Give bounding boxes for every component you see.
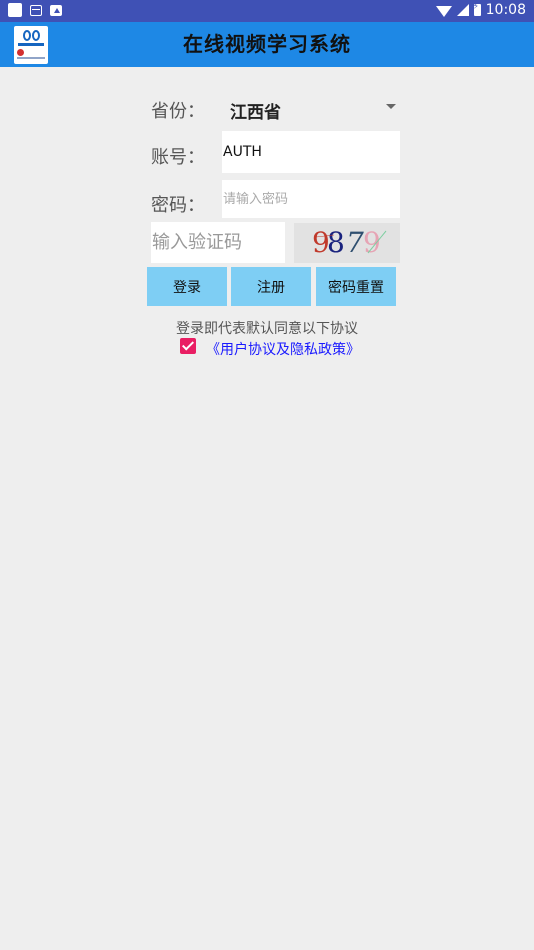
app-title: 在线视频学习系统	[183, 32, 351, 56]
storage-icon	[30, 4, 42, 16]
password-input[interactable]	[222, 180, 400, 218]
captcha-noise	[315, 230, 387, 254]
status-bar: 10:08	[0, 0, 534, 22]
dropdown-arrow-icon[interactable]	[386, 104, 396, 109]
reset-password-button[interactable]: 密码重置	[316, 267, 396, 306]
signal-icon	[456, 4, 469, 16]
notification-icons	[8, 3, 62, 17]
battery-icon	[473, 2, 481, 16]
policy-link[interactable]: 《用户协议及隐私政策》	[206, 339, 360, 359]
notification-square-icon	[8, 3, 22, 17]
captcha-input[interactable]	[151, 222, 285, 263]
account-label: 账号：	[151, 147, 205, 168]
password-label: 密码：	[151, 195, 205, 216]
status-time: 10:08	[485, 2, 526, 18]
captcha-image[interactable]: 9 8 7 9	[294, 223, 400, 263]
account-input[interactable]	[222, 131, 400, 173]
wifi-icon	[435, 5, 452, 17]
agreement-checkbox[interactable]	[180, 338, 196, 354]
register-button[interactable]: 注册	[231, 267, 311, 306]
system-icons: 10:08	[435, 2, 526, 18]
login-button[interactable]: 登录	[147, 267, 227, 306]
province-value[interactable]: 江西省	[230, 98, 281, 123]
app-bar: 在线视频学习系统	[0, 22, 534, 67]
agreement-text: 登录即代表默认同意以下协议	[176, 321, 358, 337]
province-label: 省份：	[151, 101, 205, 122]
app-notification-icon	[50, 4, 62, 16]
